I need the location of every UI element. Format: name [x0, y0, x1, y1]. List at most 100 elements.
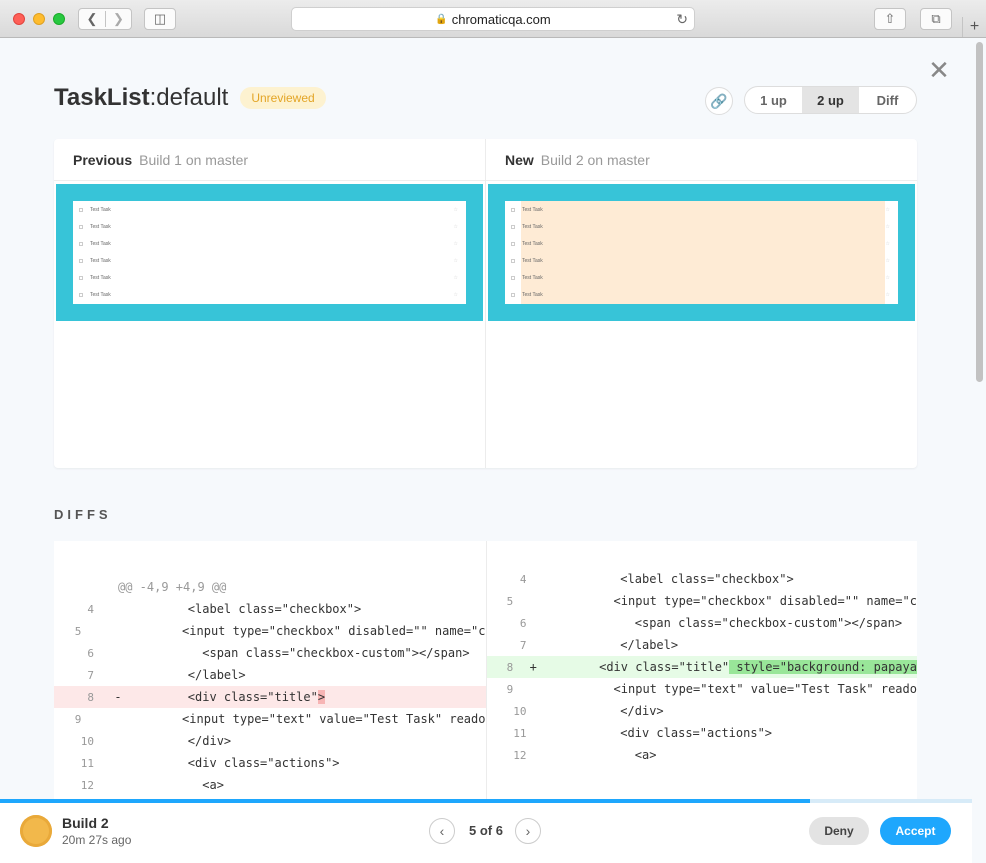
star-icon: ☆	[453, 223, 458, 230]
previous-snapshot[interactable]: Test Task ☆ Test Task ☆ Test Task ☆ Test Task ☆…	[56, 184, 483, 321]
diff-new-column: 4 <label class="checkbox"> 5 <input type=…	[485, 541, 918, 800]
star-icon: ☆	[885, 274, 890, 281]
view-diff-button[interactable]: Diff	[859, 87, 916, 113]
share-button[interactable]: ⇧	[874, 8, 906, 30]
code-text: <input type="checkbox" disabled="" name=…	[109, 624, 486, 638]
code-text: <div class="actions">	[562, 726, 773, 740]
line-number: 8	[506, 660, 514, 674]
code-diff: @@ -4,9 +4,9 @@ 4 <label class="checkbox"…	[54, 541, 917, 800]
show-tabs-button[interactable]: ⧉	[920, 8, 952, 30]
checkbox-icon	[511, 258, 515, 263]
back-button[interactable]: ❮	[79, 11, 105, 27]
task-list-preview: Test Task ☆ Test Task ☆ Test Task ☆ Test Task ☆…	[505, 201, 898, 304]
sidebar-icon: ◫	[153, 11, 167, 26]
close-icon[interactable]: ✕	[926, 57, 952, 83]
copy-link-button[interactable]: 🔗	[705, 87, 733, 115]
deny-button[interactable]: Deny	[809, 817, 869, 845]
title-separator: :	[149, 84, 157, 111]
code-text: <input type="text" value="Test Task" rea…	[109, 712, 486, 726]
diff-line: 5 <input type="checkbox" disabled="" nam…	[487, 590, 918, 612]
sidebar-toggle-button[interactable]: ◫	[144, 8, 176, 30]
window-minimize-button[interactable]	[33, 13, 45, 25]
task-title: Test Task	[90, 206, 111, 213]
diff-line: 7 </label>	[487, 634, 918, 656]
view-2up-button[interactable]: 2 up	[802, 87, 859, 113]
task-item: Test Task ☆	[505, 252, 898, 269]
checkbox-icon	[511, 207, 515, 212]
task-item: Test Task ☆	[73, 286, 466, 303]
reload-icon[interactable]: ↻	[676, 11, 688, 28]
star-icon: ☆	[885, 223, 890, 230]
share-icon: ⇧	[884, 11, 896, 26]
code-text: <input type="text" value="Test Task" rea…	[541, 682, 917, 696]
diff-line: 11 <div class="actions">	[54, 752, 486, 774]
previous-build: Build 1 on master	[139, 151, 249, 168]
accept-button[interactable]: Accept	[880, 817, 951, 845]
checkbox-icon	[79, 275, 83, 280]
task-title: Test Task	[522, 223, 543, 230]
code-text: <label class="checkbox">	[130, 602, 362, 616]
previous-header: Previous Build 1 on master	[54, 139, 485, 181]
new-tab-button[interactable]: +	[962, 17, 986, 37]
line-number: 8	[87, 690, 94, 704]
diff-line: 8 + <div class="title" style="background:…	[486, 656, 917, 678]
diff-line: 9 <input type="text" value="Test Task" r…	[54, 708, 486, 730]
previous-pane: Previous Build 1 on master Test Task ☆ Tes…	[54, 139, 485, 468]
task-item: Test Task ☆	[73, 269, 466, 286]
task-list-preview: Test Task ☆ Test Task ☆ Test Task ☆ Test Task ☆…	[73, 201, 466, 304]
task-title: Test Task	[522, 257, 543, 264]
line-number: 7	[519, 638, 527, 652]
task-title: Test Task	[90, 240, 111, 247]
diff-line: 12 <a>	[54, 774, 486, 796]
task-item: Test Task ☆	[505, 218, 898, 235]
footer-bar: Build 2 20m 27s ago ‹ 5 of 6 › Deny Acce…	[0, 803, 972, 863]
task-title: Test Task	[90, 223, 111, 230]
task-title: Test Task	[522, 292, 543, 299]
new-snapshot[interactable]: Test Task ☆ Test Task ☆ Test Task ☆ Test Task ☆…	[488, 184, 915, 321]
new-pane: New Build 2 on master Test Task ☆ Test Tas…	[485, 139, 917, 468]
address-bar[interactable]: 🔒 chromaticqa.com ↻	[291, 7, 695, 31]
previous-label: Previous	[73, 151, 133, 168]
task-item: Test Task ☆	[73, 235, 466, 252]
line-number: 7	[87, 668, 94, 682]
new-label: New	[505, 151, 534, 168]
tabs-icon: ⧉	[931, 11, 941, 26]
page-title: TaskList : default Unreviewed	[54, 84, 326, 112]
diff-marker: -	[114, 690, 122, 704]
code-text: <div class="title" style="background: pa…	[541, 660, 917, 674]
changed-text: style="background: papaya	[729, 660, 917, 674]
pager-count: 5 of 6	[469, 823, 503, 838]
diff-old-column: @@ -4,9 +4,9 @@ 4 <label class="checkbox"…	[54, 541, 486, 800]
build-time: 20m 27s ago	[62, 833, 132, 847]
checkbox-icon	[511, 241, 515, 246]
view-1up-button[interactable]: 1 up	[745, 87, 802, 113]
browser-toolbar: ❮ ❯ ◫ 🔒 chromaticqa.com ↻ ⇧ ⧉ +	[0, 0, 986, 38]
next-snapshot-button[interactable]: ›	[515, 818, 541, 844]
diff-line: 8 - <div class="title">	[54, 686, 486, 708]
line-number: 4	[519, 572, 527, 586]
status-badge: Unreviewed	[240, 87, 326, 109]
star-icon: ☆	[885, 240, 890, 247]
task-item: Test Task ☆	[505, 269, 898, 286]
code-text: </div>	[130, 734, 232, 748]
diff-line: 4 <label class="checkbox">	[54, 598, 486, 620]
diff-line: 9 <input type="text" value="Test Task" r…	[487, 678, 918, 700]
previous-snapshot-button[interactable]: ‹	[429, 818, 455, 844]
code-text: <label class="checkbox">	[562, 572, 794, 586]
forward-button[interactable]: ❯	[104, 11, 131, 27]
code-text: @@ -4,9 +4,9 @@	[118, 580, 227, 594]
diff-line: 12 <a>	[487, 744, 918, 766]
diff-line: 5 <input type="checkbox" disabled="" nam…	[54, 620, 486, 642]
line-number: 5	[506, 594, 514, 608]
code-text: <div class="title">	[130, 690, 326, 704]
url-text: chromaticqa.com	[451, 11, 551, 27]
code-text: </label>	[130, 668, 246, 682]
star-icon: ☆	[885, 292, 890, 299]
diff-line: 6 <span class="checkbox-custom"></span>	[487, 612, 918, 634]
task-title: Test Task	[522, 240, 543, 247]
task-title: Test Task	[90, 274, 111, 281]
window-maximize-button[interactable]	[53, 13, 65, 25]
star-icon: ☆	[453, 274, 458, 281]
window-close-button[interactable]	[13, 13, 25, 25]
page-scrollbar-thumb[interactable]	[976, 42, 983, 382]
